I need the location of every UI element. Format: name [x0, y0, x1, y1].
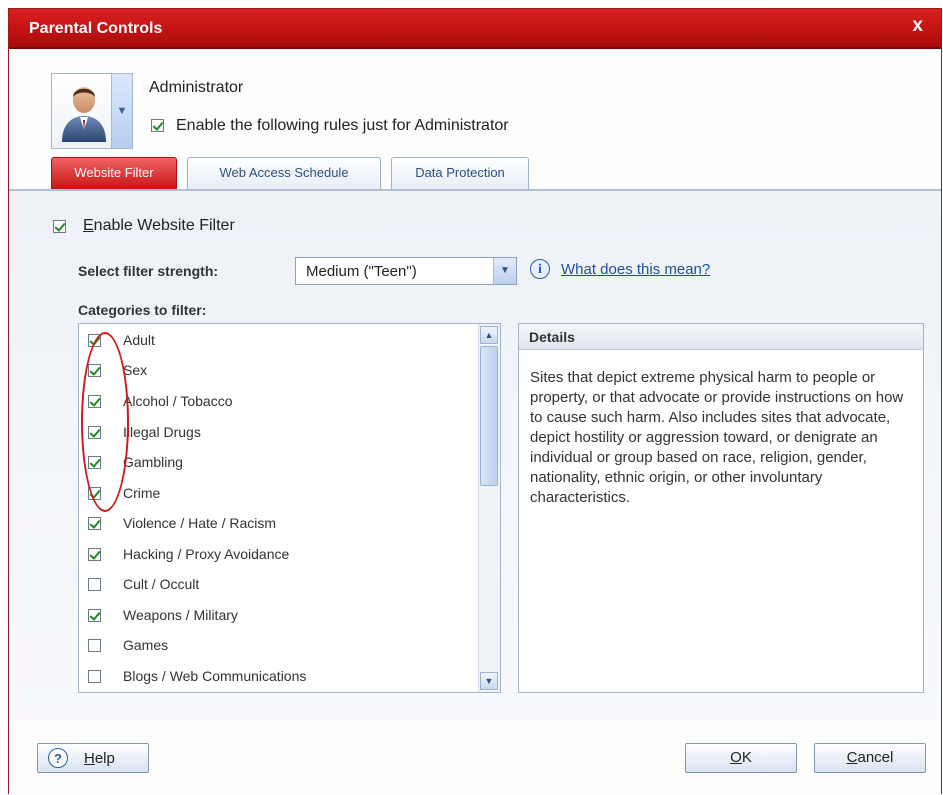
list-item[interactable]: Hacking / Proxy Avoidance	[79, 540, 479, 570]
user-selector[interactable]: ▼	[51, 73, 133, 149]
list-item[interactable]: Violence / Hate / Racism	[79, 509, 479, 539]
category-label: Hacking / Proxy Avoidance	[123, 546, 290, 562]
category-label: Adult	[123, 332, 155, 348]
categories-scrollbar[interactable]: ▲ ▼	[478, 324, 500, 692]
list-item[interactable]: Adult	[79, 326, 479, 356]
list-item[interactable]: Alcohol / Tobacco	[79, 387, 479, 417]
details-panel: Details Sites that depict extreme physic…	[518, 323, 924, 693]
categories-label: Categories to filter:	[78, 302, 207, 318]
list-item[interactable]: Crime	[79, 479, 479, 509]
what-does-this-mean-link[interactable]: What does this mean?	[561, 261, 710, 278]
category-label: Blogs / Web Communications	[123, 668, 307, 684]
scrollbar-thumb[interactable]	[480, 346, 498, 486]
list-item[interactable]: Games	[79, 631, 479, 661]
category-label: Crime	[123, 485, 161, 501]
help-button-label: Help	[84, 750, 115, 767]
dialog-title: Parental Controls	[29, 20, 163, 37]
category-checkbox[interactable]	[88, 548, 101, 561]
details-header: Details	[519, 324, 923, 350]
close-button[interactable]: x	[912, 15, 923, 37]
category-checkbox[interactable]	[88, 609, 101, 622]
list-item[interactable]: Blogs / Web Communications	[79, 662, 479, 692]
help-button[interactable]: ? Help	[37, 743, 149, 773]
user-avatar-icon	[62, 87, 106, 142]
category-checkbox[interactable]	[88, 578, 101, 591]
info-icon: i	[530, 259, 550, 279]
tab-web-access-schedule[interactable]: Web Access Schedule	[187, 157, 381, 189]
ok-button[interactable]: OK	[685, 743, 797, 773]
category-label: Weapons / Military	[123, 607, 238, 623]
enable-rules-checkbox[interactable]	[151, 119, 164, 132]
tab-data-protection[interactable]: Data Protection	[391, 157, 529, 189]
category-label: Alcohol / Tobacco	[123, 393, 233, 409]
category-checkbox[interactable]	[88, 670, 101, 683]
category-checkbox[interactable]	[88, 639, 101, 652]
list-item[interactable]: Weapons / Military	[79, 601, 479, 631]
filter-strength-select[interactable]: Medium ("Teen") ▼	[295, 257, 517, 285]
user-name: Administrator	[149, 79, 244, 96]
list-item[interactable]: Cult / Occult	[79, 570, 479, 600]
category-label: Sex	[123, 362, 148, 378]
category-label: Games	[123, 637, 169, 653]
category-label: Gambling	[123, 454, 183, 470]
chevron-down-icon[interactable]: ▼	[480, 672, 498, 690]
chevron-down-icon[interactable]: ▼	[111, 74, 132, 148]
category-label: Cult / Occult	[123, 576, 200, 592]
enable-website-filter-checkbox[interactable]	[53, 220, 66, 233]
tab-website-filter[interactable]: Website Filter	[51, 157, 177, 189]
chevron-down-icon[interactable]: ▼	[493, 258, 516, 284]
enable-website-filter-label: Enable Website Filter	[83, 217, 235, 234]
enable-rules-label: Enable the following rules just for Admi…	[176, 117, 509, 134]
category-label: Violence / Hate / Racism	[123, 515, 277, 531]
chevron-up-icon[interactable]: ▲	[480, 326, 498, 344]
help-icon: ?	[48, 748, 68, 768]
list-item[interactable]: Sex	[79, 356, 479, 386]
parental-controls-dialog: Parental Controls x ▼ Administrator Enab…	[8, 8, 942, 795]
categories-list[interactable]: Adult Sex Alcohol / Tobacco Illegal Drug…	[78, 323, 501, 693]
title-bar: Parental Controls x	[9, 9, 941, 49]
cancel-button[interactable]: Cancel	[814, 743, 926, 773]
list-item[interactable]: Gambling	[79, 448, 479, 478]
filter-strength-value: Medium ("Teen")	[306, 263, 417, 280]
annotation-circle	[81, 332, 129, 512]
category-label: Illegal Drugs	[123, 424, 201, 440]
category-checkbox[interactable]	[88, 517, 101, 530]
details-text: Sites that depict extreme physical harm …	[530, 369, 904, 506]
list-item[interactable]: Illegal Drugs	[79, 418, 479, 448]
filter-strength-label: Select filter strength:	[78, 263, 219, 279]
